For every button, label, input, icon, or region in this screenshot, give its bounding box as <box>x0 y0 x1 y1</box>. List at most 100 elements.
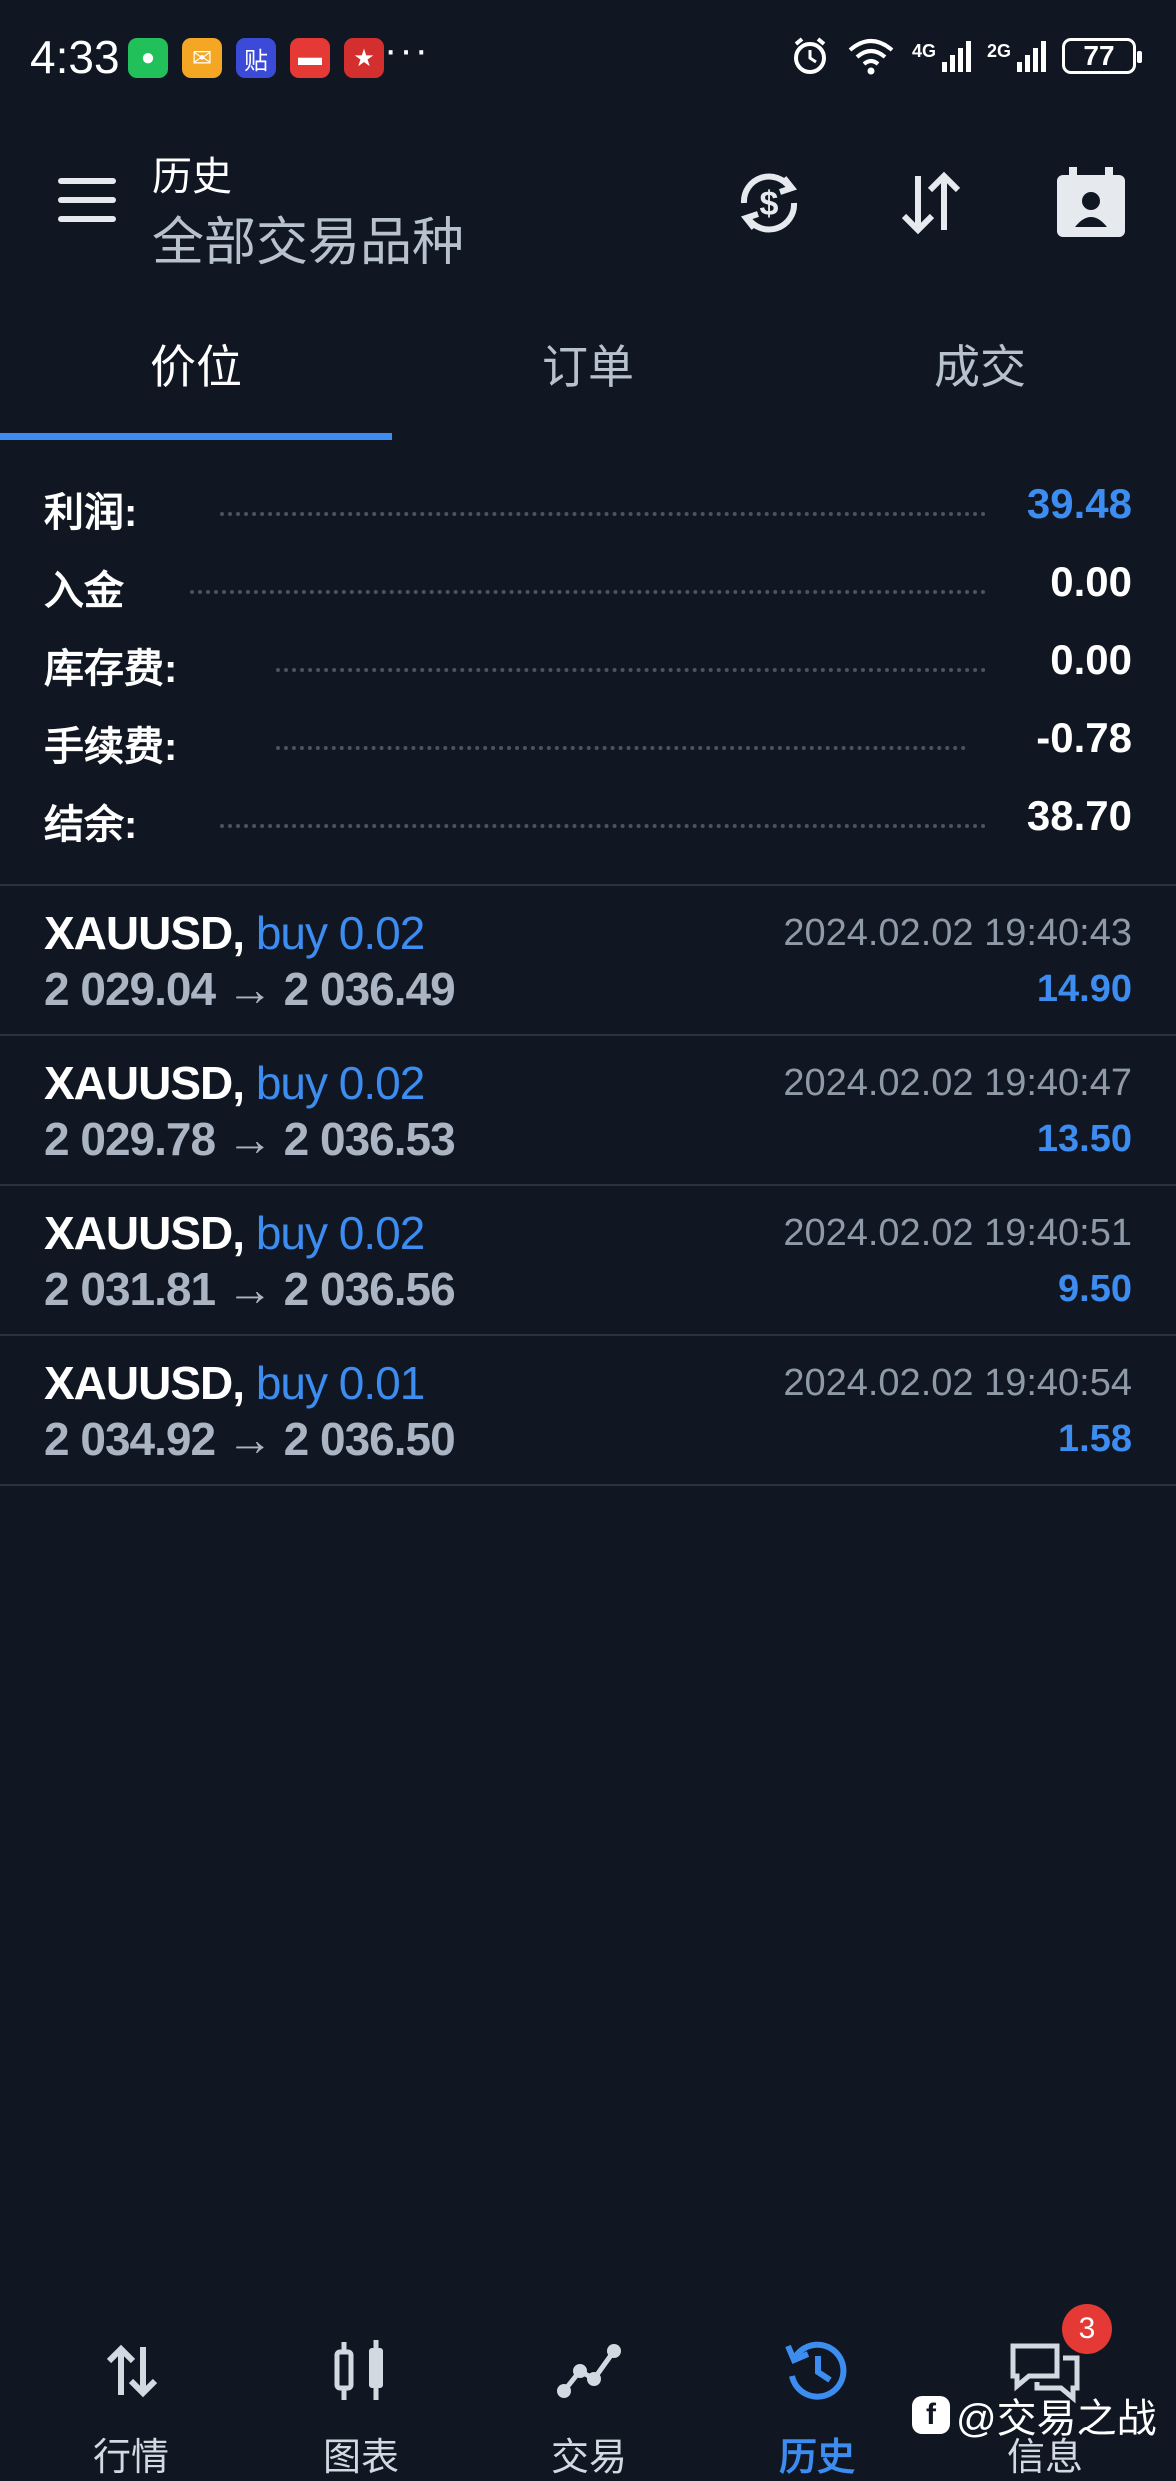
summary-row-balance: 结余: 38.70 <box>0 782 1176 860</box>
arrow-icon: → <box>226 1263 273 1315</box>
red-packet-icon: ▬ <box>290 38 330 78</box>
alarm-icon <box>793 37 826 74</box>
summary-row-swap: 库存费: 0.00 <box>0 626 1176 704</box>
game-icon: ★ <box>344 38 384 78</box>
nav-history[interactable]: 历史 <box>702 2310 932 2480</box>
status-bar: 4:33 ● ✉ 贴 ▬ ★ ··· 4G 2G 77 <box>0 0 1176 118</box>
summary-row-profit: 利润: 39.48 <box>0 470 1176 548</box>
watermark-logo-icon: f <box>912 2396 950 2434</box>
trade-profit: 9.50 <box>1058 1268 1132 1310</box>
quotes-icon <box>16 2336 246 2406</box>
trade-open-price: 2 034.92 <box>44 1413 216 1465</box>
tieba-icon: 贴 <box>236 38 276 78</box>
wechat-icon: ● <box>128 38 168 78</box>
trade-profit: 13.50 <box>1036 1118 1132 1160</box>
summary-row-commission: 手续费: -0.78 <box>0 704 1176 782</box>
trade-side-volume: buy 0.02 <box>255 907 425 959</box>
trade-time: 2024.02.02 19:40:43 <box>783 912 1132 954</box>
tab-deals[interactable]: 成交 <box>784 288 1176 440</box>
trade-side-volume: buy 0.01 <box>255 1357 425 1409</box>
nav-label: 历史 <box>778 2437 855 2479</box>
summary-value: -0.78 <box>1018 714 1132 762</box>
nav-label: 交易 <box>550 2437 627 2479</box>
trade-symbol: XAUUSD, <box>44 1207 245 1259</box>
trade-symbol: XAUUSD, <box>44 1357 245 1409</box>
app-bar: 历史 全部交易品种 $ <box>0 118 1176 288</box>
nav-label: 图表 <box>322 2437 399 2479</box>
trade-symbol: XAUUSD, <box>44 907 245 959</box>
trade-row[interactable]: XAUUSD, buy 0.02 2 029.04 → 2 036.49 202… <box>0 886 1176 1036</box>
summary-value: 38.70 <box>1008 792 1132 840</box>
arrow-icon: → <box>226 1113 273 1165</box>
currency-sync-icon[interactable]: $ <box>724 158 814 248</box>
more-notifications-icon: ··· <box>384 28 430 72</box>
trade-profit: 14.90 <box>1036 968 1132 1010</box>
summary-row-deposit: 入金 0.00 <box>0 548 1176 626</box>
dotted-leader <box>220 824 986 828</box>
arrow-icon: → <box>226 963 273 1015</box>
trade-open-price: 2 031.81 <box>44 1263 216 1315</box>
summary-value: 39.48 <box>1008 480 1132 528</box>
svg-text:$: $ <box>760 185 779 223</box>
trade-open-price: 2 029.04 <box>44 963 216 1015</box>
trade-history-list: XAUUSD, buy 0.02 2 029.04 → 2 036.49 202… <box>0 884 1176 1486</box>
trade-close-price: 2 036.50 <box>283 1413 456 1465</box>
history-icon <box>702 2336 932 2406</box>
tab-orders[interactable]: 订单 <box>392 288 784 440</box>
trade-profit: 1.58 <box>1058 1418 1132 1460</box>
report-calendar-icon[interactable] <box>1046 158 1136 248</box>
trade-close-price: 2 036.56 <box>283 1263 456 1315</box>
trade-side-volume: buy 0.02 <box>255 1057 425 1109</box>
watermark-text: @交易之战 <box>956 2397 1157 2441</box>
dotted-leader <box>276 746 966 750</box>
nav-quotes[interactable]: 行情 <box>16 2310 246 2480</box>
watermark: f @交易之战 <box>912 2386 1157 2444</box>
mail-icon: ✉ <box>182 38 222 78</box>
trade-close-price: 2 036.49 <box>283 963 456 1015</box>
trade-time: 2024.02.02 19:40:47 <box>783 1062 1132 1104</box>
symbol-filter[interactable]: 全部交易品种 <box>152 200 464 275</box>
notification-icons: ● ✉ 贴 ▬ ★ <box>128 38 384 78</box>
tab-positions[interactable]: 价位 <box>0 288 392 440</box>
trade-symbol: XAUUSD, <box>44 1057 245 1109</box>
trade-row[interactable]: XAUUSD, buy 0.02 2 029.78 → 2 036.53 202… <box>0 1036 1176 1186</box>
net-4g-label: 4G <box>911 40 936 61</box>
dotted-leader <box>276 668 986 672</box>
active-tab-indicator <box>0 433 392 440</box>
nav-label: 行情 <box>92 2437 169 2479</box>
dotted-leader <box>220 512 986 516</box>
system-icons: 4G 2G 77 <box>790 36 1142 76</box>
trade-time: 2024.02.02 19:40:51 <box>783 1212 1132 1254</box>
summary-label: 手续费: <box>44 714 196 772</box>
summary-value: 0.00 <box>1032 636 1132 684</box>
status-time: 4:33 <box>30 31 120 83</box>
trade-icon <box>474 2336 704 2406</box>
trade-row[interactable]: XAUUSD, buy 0.01 2 034.92 → 2 036.50 202… <box>0 1336 1176 1486</box>
signal-4g-icon: 4G <box>911 40 971 72</box>
messages-badge: 3 <box>1062 2304 1112 2354</box>
trade-side-volume: buy 0.02 <box>255 1207 425 1259</box>
summary-label: 利润: <box>44 480 156 538</box>
arrow-icon: → <box>226 1413 273 1465</box>
wifi-icon <box>848 39 894 75</box>
battery-level: 77 <box>1083 40 1115 71</box>
history-tabs: 价位 订单 成交 <box>0 288 1176 440</box>
sort-icon[interactable] <box>886 158 976 248</box>
dotted-leader <box>190 590 986 594</box>
trade-time: 2024.02.02 19:40:54 <box>783 1362 1132 1404</box>
trade-close-price: 2 036.53 <box>283 1113 456 1165</box>
summary-label: 结余: <box>44 792 156 850</box>
signal-2g-icon: 2G <box>986 40 1046 72</box>
summary-panel: 利润: 39.48 入金 0.00 库存费: 0.00 手续费: -0.78 结… <box>0 470 1176 860</box>
trade-open-price: 2 029.78 <box>44 1113 216 1165</box>
nav-trade[interactable]: 交易 <box>474 2310 704 2480</box>
battery-icon: 77 <box>1062 38 1142 74</box>
chart-icon <box>246 2336 476 2406</box>
page-title: 历史 <box>152 155 232 199</box>
trade-row[interactable]: XAUUSD, buy 0.02 2 031.81 → 2 036.56 202… <box>0 1186 1176 1336</box>
summary-value: 0.00 <box>1032 558 1132 606</box>
menu-icon[interactable] <box>58 178 116 222</box>
nav-chart[interactable]: 图表 <box>246 2310 476 2480</box>
net-2g-label: 2G <box>986 40 1011 61</box>
summary-label: 入金 <box>44 558 142 616</box>
